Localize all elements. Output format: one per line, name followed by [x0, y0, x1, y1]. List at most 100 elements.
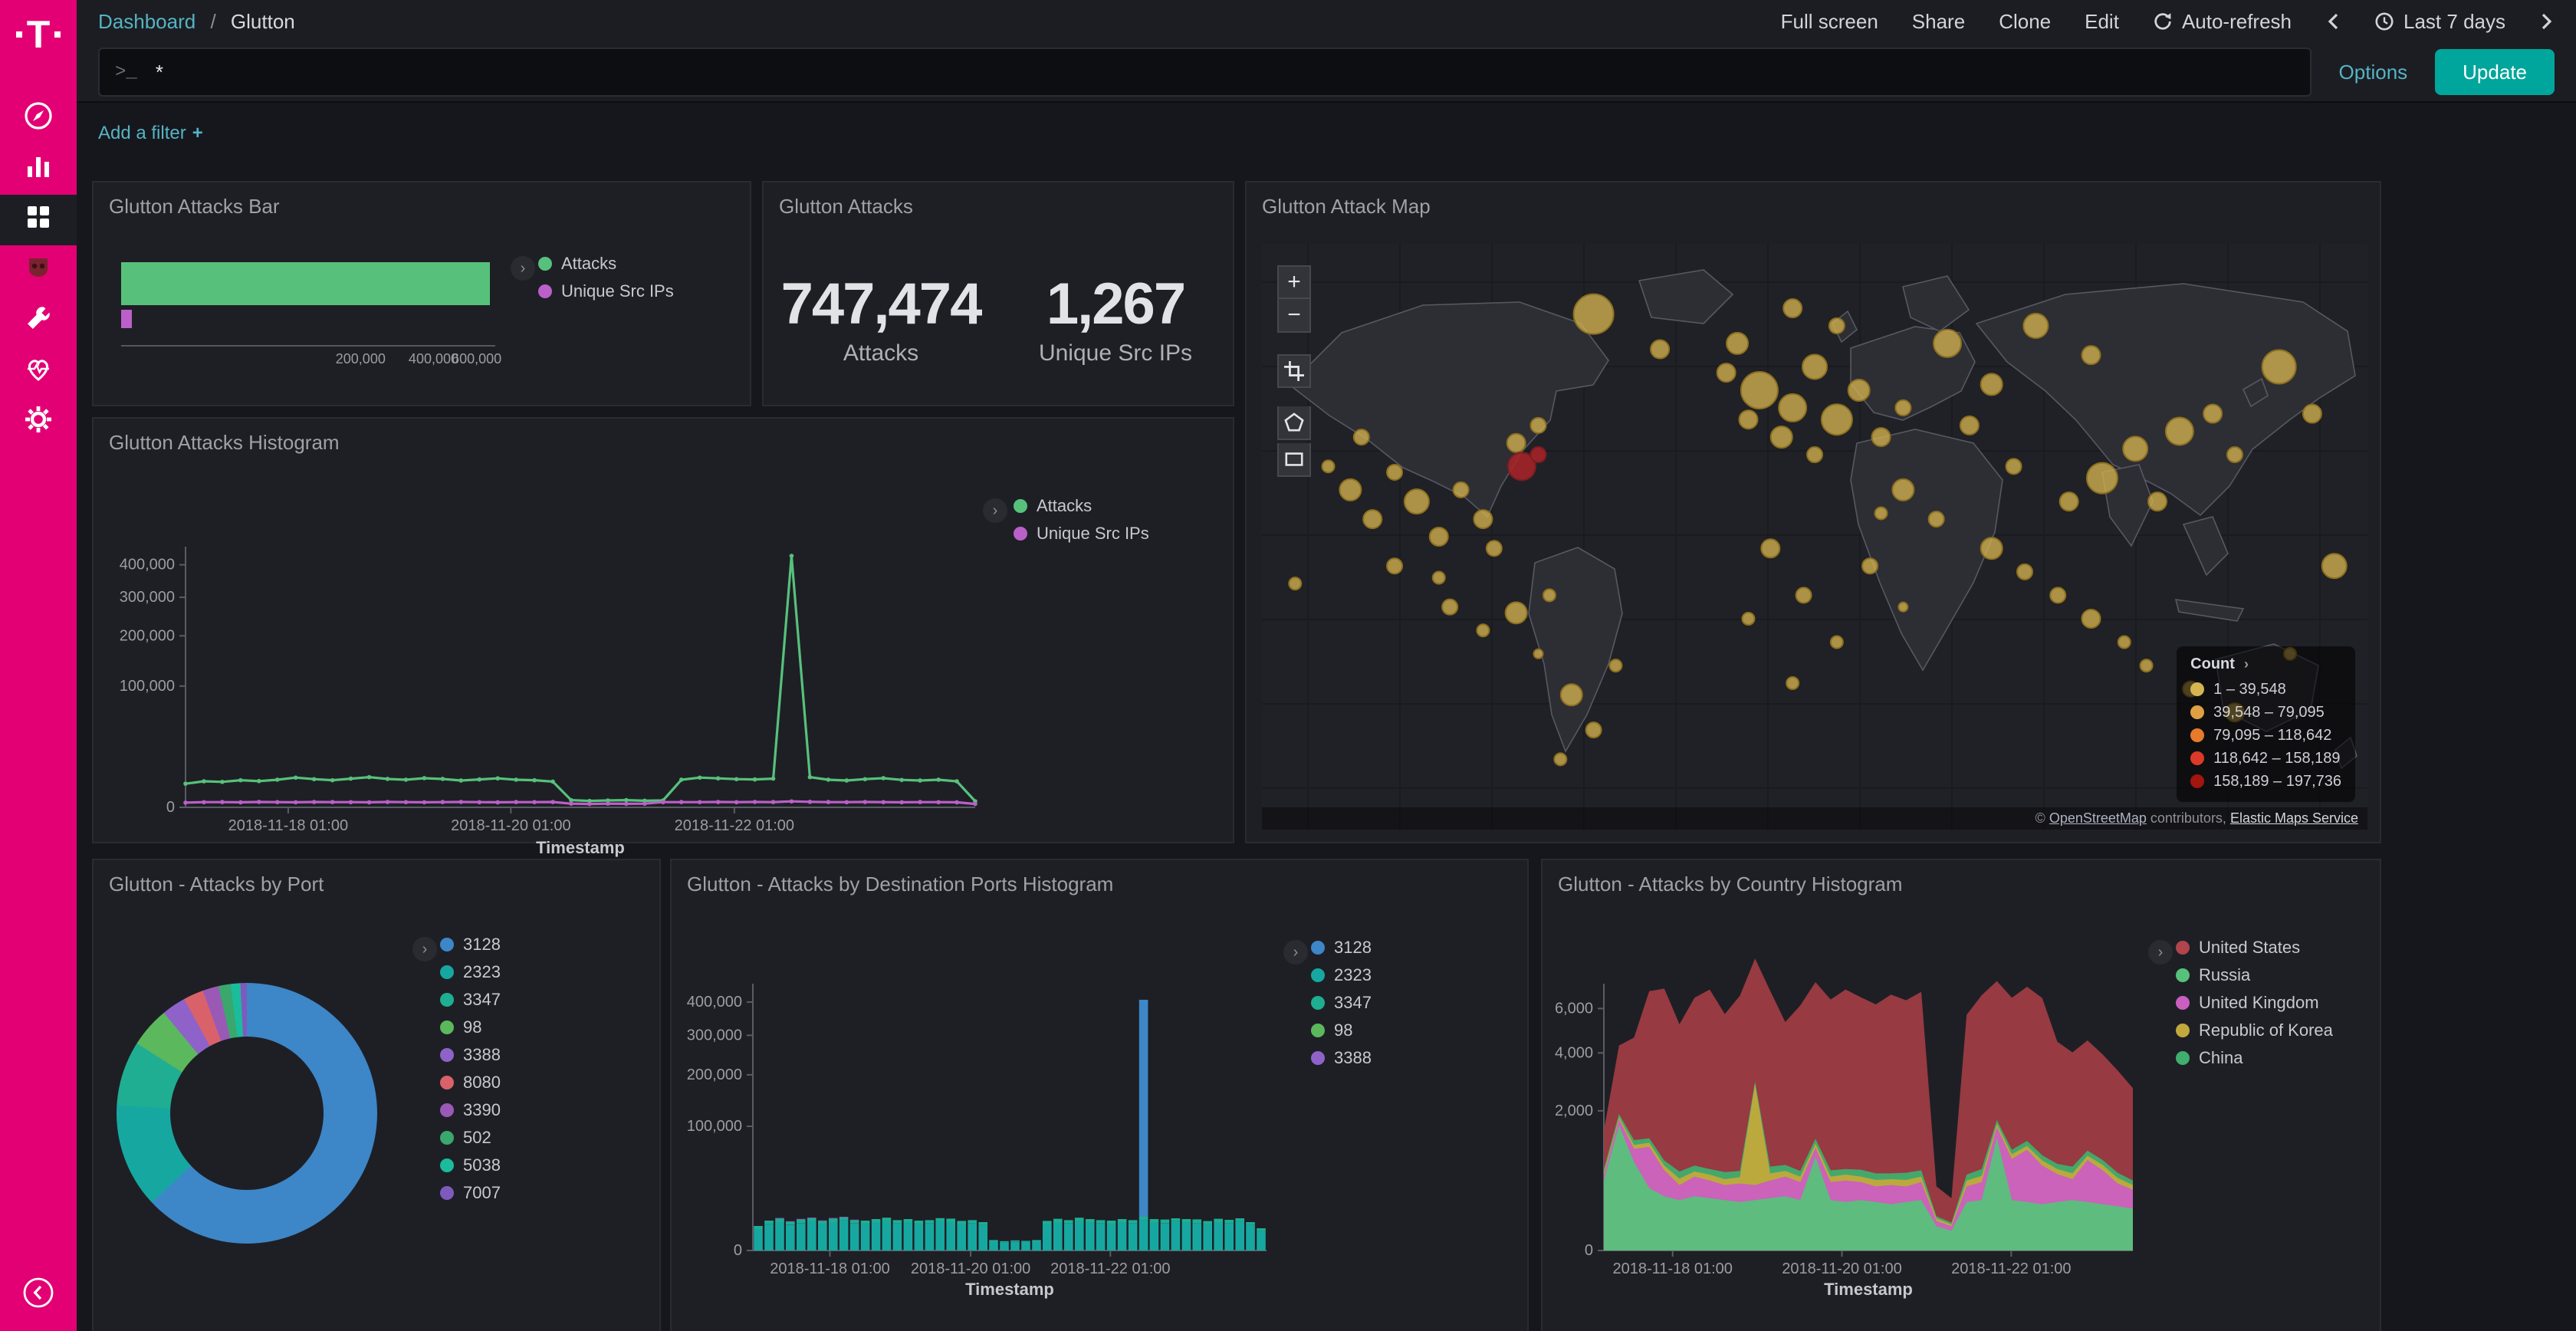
svg-text:400,000: 400,000 — [687, 994, 742, 1011]
query-options-link[interactable]: Options — [2339, 61, 2408, 84]
add-filter-link[interactable]: Add a filter+ — [98, 123, 203, 144]
legend-color-dot — [440, 1186, 454, 1200]
full-screen-button[interactable]: Full screen — [1781, 10, 1878, 34]
port-legend: 3128 2323 33479833888080339050250387007 — [440, 931, 501, 1207]
map-legend-title[interactable]: Count › — [2190, 656, 2341, 673]
legend-item[interactable]: Russia — [2176, 961, 2333, 989]
legend-toggle-icon[interactable]: › — [983, 498, 1007, 523]
legend-item[interactable]: Republic of Korea — [2176, 1017, 2333, 1044]
sidebar-item-monitoring[interactable] — [0, 347, 77, 397]
legend-color-dot — [2176, 1024, 2190, 1037]
legend-label: 98 — [1334, 1020, 1352, 1040]
openstreetmap-link[interactable]: OpenStreetMap — [2049, 810, 2147, 826]
clock-icon — [2374, 12, 2394, 31]
sidebar-item-dashboard[interactable] — [0, 195, 77, 245]
legend-color-dot — [538, 284, 552, 298]
legend-label: Unique Src IPs — [561, 281, 674, 301]
sidebar-item-honeypot[interactable] — [0, 245, 77, 296]
legend-item[interactable]: 2323 — [1311, 961, 1372, 989]
legend-toggle-icon[interactable]: › — [412, 937, 437, 961]
legend-label: United States — [2199, 938, 2300, 958]
panel-title: Glutton - Attacks by Destination Ports H… — [672, 860, 1527, 909]
histogram-legend: AttacksUnique Src IPs — [1014, 492, 1149, 547]
map-legend-dot — [2190, 751, 2204, 765]
svg-text:2018-11-18 01:00: 2018-11-18 01:00 — [228, 817, 348, 834]
polygon-tool-button[interactable] — [1277, 406, 1311, 440]
legend-toggle-icon[interactable]: › — [1283, 940, 1308, 965]
legend-item[interactable]: 3388 — [1311, 1044, 1372, 1072]
sidebar-item-dev-tools[interactable] — [0, 296, 77, 347]
legend-item[interactable]: Unique Src IPs — [1014, 520, 1149, 547]
map-legend-label: 1 – 39,548 — [2213, 681, 2286, 698]
legend-item[interactable]: 3388 — [440, 1041, 501, 1069]
map-legend-item: 79,095 – 118,642 — [2190, 724, 2341, 747]
wrench-icon — [23, 303, 54, 340]
edit-button[interactable]: Edit — [2085, 10, 2119, 34]
legend-color-dot — [440, 1103, 454, 1117]
svg-text:2018-11-20 01:00: 2018-11-20 01:00 — [1782, 1260, 1901, 1277]
legend-item[interactable]: 2323 — [440, 958, 501, 986]
legend-item[interactable]: 3128 — [1311, 934, 1372, 961]
time-forward-button[interactable] — [2539, 12, 2555, 31]
map-attribution: © OpenStreetMap contributors, Elastic Ma… — [1262, 807, 2367, 830]
mask-icon — [23, 252, 54, 289]
zoom-in-button[interactable]: + — [1277, 265, 1311, 299]
clone-button[interactable]: Clone — [1999, 10, 2051, 34]
legend-item[interactable]: China — [2176, 1044, 2333, 1072]
svg-text:0: 0 — [734, 1242, 742, 1259]
rectangle-tool-button[interactable] — [1277, 443, 1311, 477]
breadcrumb-dashboard-link[interactable]: Dashboard — [98, 10, 196, 33]
update-button[interactable]: Update — [2435, 49, 2555, 95]
legend-item[interactable]: 3390 — [440, 1096, 501, 1124]
sidebar-item-visualize[interactable] — [0, 144, 77, 195]
svg-text:2018-11-18 01:00: 2018-11-18 01:00 — [770, 1260, 889, 1277]
legend-toggle-icon[interactable]: › — [511, 256, 535, 281]
sidebar-item-management[interactable] — [0, 397, 77, 448]
legend-item[interactable]: 3128 — [440, 931, 501, 958]
legend-item[interactable]: 8080 — [440, 1069, 501, 1096]
heartbeat-icon — [23, 353, 54, 390]
telekom-logo[interactable]: T — [0, 15, 77, 54]
legend-color-dot — [1311, 1051, 1325, 1065]
bar-Attacks[interactable] — [121, 262, 490, 305]
sidebar-item-discover[interactable] — [0, 94, 77, 144]
legend-toggle-icon[interactable]: › — [2148, 940, 2173, 965]
world-map[interactable]: + − Count › 1 – 39,54839,548 — [1262, 244, 2367, 830]
legend-item[interactable]: United Kingdom — [2176, 989, 2333, 1017]
legend-label: Republic of Korea — [2199, 1020, 2333, 1040]
donut-hole — [170, 1037, 324, 1190]
legend-label: United Kingdom — [2199, 993, 2319, 1013]
legend-item[interactable]: 98 — [440, 1014, 501, 1041]
crop-tool-button[interactable] — [1277, 354, 1311, 388]
sidebar-collapse[interactable] — [0, 1276, 77, 1316]
legend-item[interactable]: Attacks — [1014, 492, 1149, 520]
auto-refresh-button[interactable]: Auto-refresh — [2153, 10, 2292, 34]
legend-label: Russia — [2199, 965, 2250, 985]
map-legend: Count › 1 – 39,54839,548 – 79,09579,095 … — [2177, 646, 2355, 802]
zoom-out-button[interactable]: − — [1277, 299, 1311, 333]
search-query-input[interactable]: >_ * — [98, 48, 2312, 97]
elastic-maps-service-link[interactable]: Elastic Maps Service — [2230, 810, 2358, 826]
chevron-right-icon: › — [2244, 656, 2249, 672]
legend-item[interactable]: 3347 — [1311, 989, 1372, 1017]
legend-item[interactable]: United States — [2176, 934, 2333, 961]
legend-item[interactable]: 7007 — [440, 1179, 501, 1207]
bar-Unique Src IPs[interactable] — [121, 310, 132, 328]
breadcrumb-current: Glutton — [231, 10, 295, 33]
time-back-button[interactable] — [2325, 12, 2341, 31]
metric-attacks: 747,474 Attacks — [764, 271, 998, 366]
legend-item[interactable]: 5038 — [440, 1152, 501, 1179]
panel-attacks-by-country: Glutton - Attacks by Country Histogram 0… — [1541, 859, 2381, 1331]
legend-color-dot — [1014, 527, 1027, 541]
legend-label: China — [2199, 1048, 2242, 1068]
legend-item[interactable]: Unique Src IPs — [538, 278, 674, 305]
legend-color-dot — [440, 1131, 454, 1145]
legend-item[interactable]: 3347 — [440, 986, 501, 1014]
share-button[interactable]: Share — [1912, 10, 1965, 34]
legend-label: 2323 — [463, 962, 501, 982]
time-range-picker[interactable]: Last 7 days — [2374, 10, 2505, 34]
legend-item[interactable]: 98 — [1311, 1017, 1372, 1044]
legend-item[interactable]: 502 — [440, 1124, 501, 1152]
legend-color-dot — [440, 993, 454, 1007]
legend-item[interactable]: Attacks — [538, 250, 674, 278]
